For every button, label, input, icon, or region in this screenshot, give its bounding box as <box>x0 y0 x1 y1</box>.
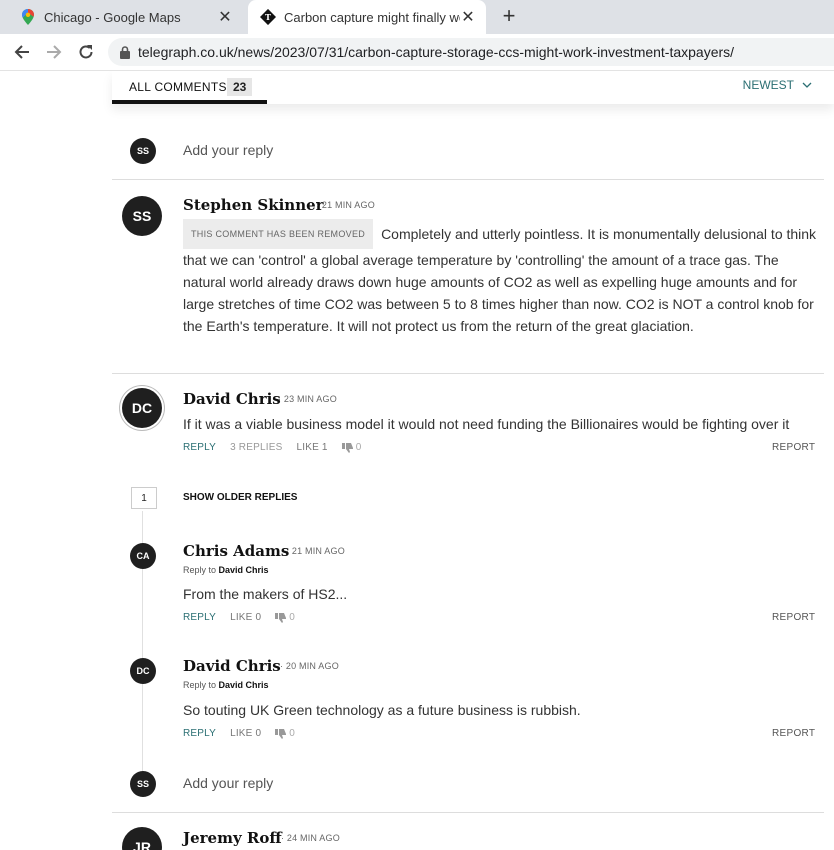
active-tab-underline <box>112 100 267 104</box>
dislike-count: 0 <box>289 612 296 623</box>
reply-button[interactable]: REPLY <box>183 442 216 453</box>
dislike-count: 0 <box>355 442 362 453</box>
dislike-count: 0 <box>289 728 296 739</box>
comment-text: If it was a viable business model it wou… <box>183 416 790 432</box>
close-tab-icon[interactable]: ✕ <box>460 9 476 26</box>
avatar: DC <box>130 658 156 684</box>
add-reply-input[interactable]: Add your reply <box>183 142 273 158</box>
like-button[interactable]: LIKE 0 <box>230 728 261 739</box>
comment-body: THIS COMMENT HAS BEEN REMOVED Completely … <box>183 219 823 337</box>
avatar: SS <box>122 196 162 236</box>
reply-to-author[interactable]: David Chris <box>219 680 269 690</box>
comment-author[interactable]: David Chris <box>183 390 281 408</box>
sort-dropdown[interactable]: NEWEST <box>743 78 812 92</box>
dislike-button[interactable]: 0 <box>275 612 295 623</box>
report-button[interactable]: REPORT <box>772 728 815 739</box>
browser-toolbar: telegraph.co.uk/news/2023/07/31/carbon-c… <box>0 34 834 71</box>
comments-page: ALL COMMENTS 23 NEWEST SS Add your reply… <box>0 71 834 850</box>
like-button[interactable]: LIKE 1 <box>296 442 327 453</box>
tab-title: Carbon capture might finally wor <box>284 9 460 25</box>
tab-google-maps[interactable]: Chicago - Google Maps ✕ <box>8 0 243 34</box>
google-maps-icon <box>20 9 36 25</box>
thumbs-down-icon <box>275 612 287 623</box>
report-button[interactable]: REPORT <box>772 612 815 623</box>
avatar: DC <box>122 388 162 428</box>
comment-author[interactable]: Stephen Skinner <box>183 196 324 214</box>
comment-actions: REPLY 3 REPLIES LIKE 1 0 <box>183 442 361 453</box>
reply-to: Reply to David Chris <box>183 565 269 575</box>
svg-text:T: T <box>265 12 271 22</box>
avatar: SS <box>130 771 156 797</box>
older-replies-count[interactable]: 1 <box>131 487 157 509</box>
thumbs-down-icon <box>341 442 353 453</box>
tab-strip: Chicago - Google Maps ✕ T Carbon capture… <box>0 0 834 34</box>
comment-author[interactable]: Chris Adams <box>183 542 289 560</box>
divider <box>112 373 824 374</box>
divider <box>112 179 824 180</box>
dislike-button[interactable]: 0 <box>341 442 362 453</box>
avatar: JR <box>122 827 162 850</box>
reply-button[interactable]: REPLY <box>183 728 216 739</box>
comments-header: ALL COMMENTS 23 NEWEST <box>112 71 834 104</box>
address-bar[interactable]: telegraph.co.uk/news/2023/07/31/carbon-c… <box>108 38 834 66</box>
new-tab-button[interactable]: + <box>498 5 520 28</box>
comment-time: · 23 MIN AGO <box>278 394 337 404</box>
comment-time: · 21 MIN AGO <box>286 546 345 556</box>
close-tab-icon[interactable]: ✕ <box>217 9 233 26</box>
comment-actions: REPLY LIKE 0 0 <box>183 612 295 623</box>
telegraph-icon: T <box>260 9 276 25</box>
comment-actions: REPLY LIKE 0 0 <box>183 728 295 739</box>
like-button[interactable]: LIKE 0 <box>230 612 261 623</box>
comment-author[interactable]: Jeremy Roff <box>183 829 282 847</box>
dislike-button[interactable]: 0 <box>275 728 295 739</box>
reply-to: Reply to David Chris <box>183 680 269 690</box>
lock-icon <box>120 45 130 59</box>
removed-badge: THIS COMMENT HAS BEEN REMOVED <box>183 219 374 249</box>
back-icon[interactable] <box>12 42 32 62</box>
show-older-replies-button[interactable]: SHOW OLDER REPLIES <box>183 492 297 503</box>
sort-label: NEWEST <box>742 78 794 92</box>
tab-telegraph-article[interactable]: T Carbon capture might finally wor ✕ <box>248 0 486 34</box>
comment-time: · 24 MIN AGO <box>281 833 340 843</box>
thumbs-down-icon <box>275 728 287 739</box>
tab-title: Chicago - Google Maps <box>44 9 181 25</box>
comment-time: · 20 MIN AGO <box>280 661 339 671</box>
divider <box>112 812 824 813</box>
reply-to-author[interactable]: David Chris <box>219 565 269 575</box>
comment-count-badge: 23 <box>227 78 253 96</box>
url-text: telegraph.co.uk/news/2023/07/31/carbon-c… <box>138 44 735 60</box>
avatar: CA <box>130 543 156 569</box>
replies-count[interactable]: 3 REPLIES <box>230 442 282 453</box>
all-comments-tab[interactable]: ALL COMMENTS <box>129 80 227 94</box>
comment-text: So touting UK Green technology as a futu… <box>183 702 581 718</box>
add-reply-input[interactable]: Add your reply <box>183 775 273 791</box>
report-button[interactable]: REPORT <box>772 442 815 453</box>
forward-icon[interactable] <box>44 42 64 62</box>
chevron-down-icon <box>802 82 812 88</box>
reload-icon[interactable] <box>76 42 96 62</box>
comment-text: From the makers of HS2... <box>183 586 348 602</box>
reply-button[interactable]: REPLY <box>183 612 216 623</box>
avatar: SS <box>130 138 156 164</box>
comment-author[interactable]: David Chris <box>183 657 281 675</box>
comment-time: · 21 MIN AGO <box>316 200 375 210</box>
